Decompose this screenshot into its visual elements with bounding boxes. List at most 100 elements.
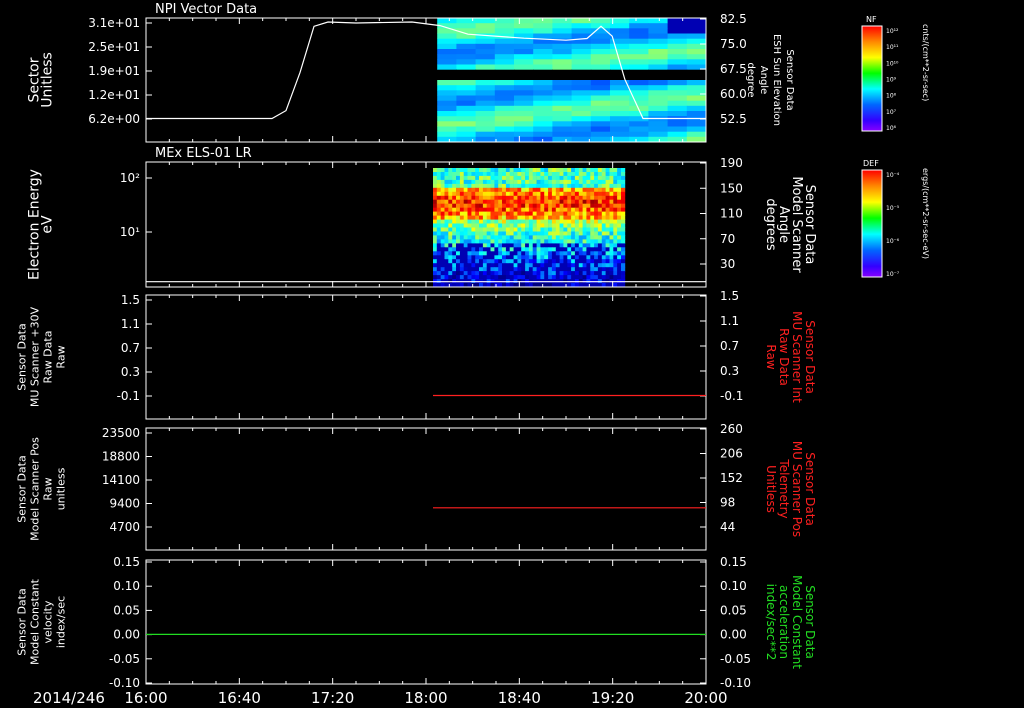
- spectrogram-cell: [517, 231, 522, 236]
- spectrogram-cell: [509, 172, 514, 177]
- spectrogram-cell: [532, 267, 537, 272]
- spectrogram-cell: [440, 207, 445, 213]
- spectrogram-cell: [456, 38, 477, 45]
- spectrogram-cell: [494, 271, 499, 276]
- spectrogram-cell: [490, 219, 495, 224]
- spectrogram-cell: [551, 247, 557, 252]
- spectrogram-cell: [456, 255, 461, 260]
- spectrogram-cell: [597, 223, 603, 228]
- spectrogram-cell: [475, 231, 480, 236]
- spectrogram-cell: [437, 38, 457, 45]
- spectrogram-cell: [563, 207, 568, 213]
- spectrogram-cell: [574, 175, 580, 181]
- spectrogram-cell: [594, 255, 599, 260]
- y-tick-label-left: 0.00: [113, 628, 140, 642]
- spectrogram-cell: [494, 168, 499, 173]
- spectrogram-cell: [498, 215, 503, 220]
- spectrogram-cell: [605, 199, 610, 205]
- spectrogram-cell: [686, 43, 707, 50]
- spectrogram-cell: [528, 195, 534, 201]
- spectrogram-cell: [586, 211, 591, 216]
- spectrogram-cell: [551, 183, 557, 189]
- spectrogram-cell: [525, 211, 530, 216]
- spectrogram-cell: [494, 43, 515, 50]
- spectrogram-cell: [609, 215, 614, 220]
- spectrogram-cell: [502, 227, 507, 232]
- spectrogram-cell: [490, 168, 495, 173]
- spectrogram-cell: [551, 191, 557, 197]
- spectrogram-cell: [582, 183, 587, 189]
- spectrogram-cell: [436, 275, 441, 280]
- spectrogram-cell: [533, 59, 553, 65]
- spectrogram-cell: [563, 172, 568, 177]
- spectrogram-cell: [571, 111, 592, 117]
- spectrogram-cell: [444, 183, 449, 189]
- spectrogram-cell: [597, 219, 603, 224]
- spectrogram-cell: [494, 64, 515, 70]
- spectrogram-cell: [552, 28, 573, 34]
- spectrogram-cell: [448, 263, 453, 268]
- spectrogram-cell: [536, 231, 541, 236]
- spectrogram-cell: [586, 223, 591, 228]
- spectrogram-cell: [513, 211, 518, 216]
- spectrogram-cell: [494, 126, 515, 132]
- spectrogram-cell: [509, 195, 514, 201]
- spectrogram-cell: [667, 121, 688, 127]
- spectrogram-cell: [567, 219, 572, 224]
- spectrogram-cell: [686, 33, 707, 39]
- spectrogram-cell: [540, 255, 545, 260]
- spectrogram-cell: [621, 183, 626, 189]
- spectrogram-cell: [574, 239, 580, 244]
- spectrogram-cell: [605, 168, 610, 173]
- spectrogram-cell: [540, 168, 545, 173]
- spectrogram-cell: [437, 90, 457, 96]
- spectrogram-cell: [502, 207, 507, 213]
- spectrogram-cell: [605, 195, 610, 201]
- spectrogram-cell: [621, 243, 626, 248]
- spectrogram-cell: [471, 207, 476, 213]
- spectrogram-cell: [590, 136, 611, 143]
- spectrogram-cell: [552, 105, 573, 112]
- spectrogram-cell: [505, 172, 511, 177]
- spectrogram-cell: [436, 183, 441, 189]
- spectrogram-cell: [571, 251, 576, 256]
- spectrogram-cell: [590, 59, 611, 65]
- spectrogram-cell: [532, 259, 537, 264]
- spectrogram-cell: [574, 203, 580, 209]
- spectrogram-cell: [536, 247, 541, 252]
- spectrogram-cell: [498, 239, 503, 244]
- spectrogram-cell: [525, 231, 530, 236]
- spectrogram-cell: [459, 255, 465, 260]
- spectrogram-cell: [548, 231, 553, 236]
- y-tick-label-left: 2.5e+01: [88, 40, 140, 54]
- spectrogram-cell: [586, 179, 591, 185]
- spectrogram-cell: [471, 172, 476, 177]
- spectrogram-cell: [459, 175, 465, 181]
- spectrogram-cell: [578, 251, 583, 256]
- spectrogram-cell: [459, 183, 465, 189]
- spectrogram-cell: [486, 271, 491, 276]
- spectrogram-cell: [513, 243, 518, 248]
- spectrogram-cell: [475, 43, 496, 50]
- spectrogram-cell: [574, 227, 580, 232]
- spectrogram-cell: [528, 179, 534, 185]
- spectrogram-cell: [563, 175, 568, 181]
- spectrogram-cell: [440, 251, 445, 256]
- spectrogram-cell: [498, 267, 503, 272]
- spectrogram-cell: [559, 227, 564, 232]
- spectrogram-cell: [456, 275, 461, 280]
- spectrogram-cell: [586, 271, 591, 276]
- spectrogram-cell: [440, 235, 445, 240]
- spectrogram-cell: [540, 227, 545, 232]
- spectrogram-cell: [498, 199, 503, 205]
- spectrogram-cell: [514, 95, 534, 101]
- spectrogram-cell: [505, 223, 511, 228]
- spectrogram-cell: [571, 223, 576, 228]
- spectrogram-cell: [613, 235, 618, 240]
- spectrogram-cell: [517, 207, 522, 213]
- spectrogram-cell: [490, 175, 495, 181]
- spectrogram-cell: [590, 121, 611, 127]
- spectrogram-cell: [613, 255, 618, 260]
- spectrogram-cell: [563, 271, 568, 276]
- spectrogram-cell: [532, 175, 537, 181]
